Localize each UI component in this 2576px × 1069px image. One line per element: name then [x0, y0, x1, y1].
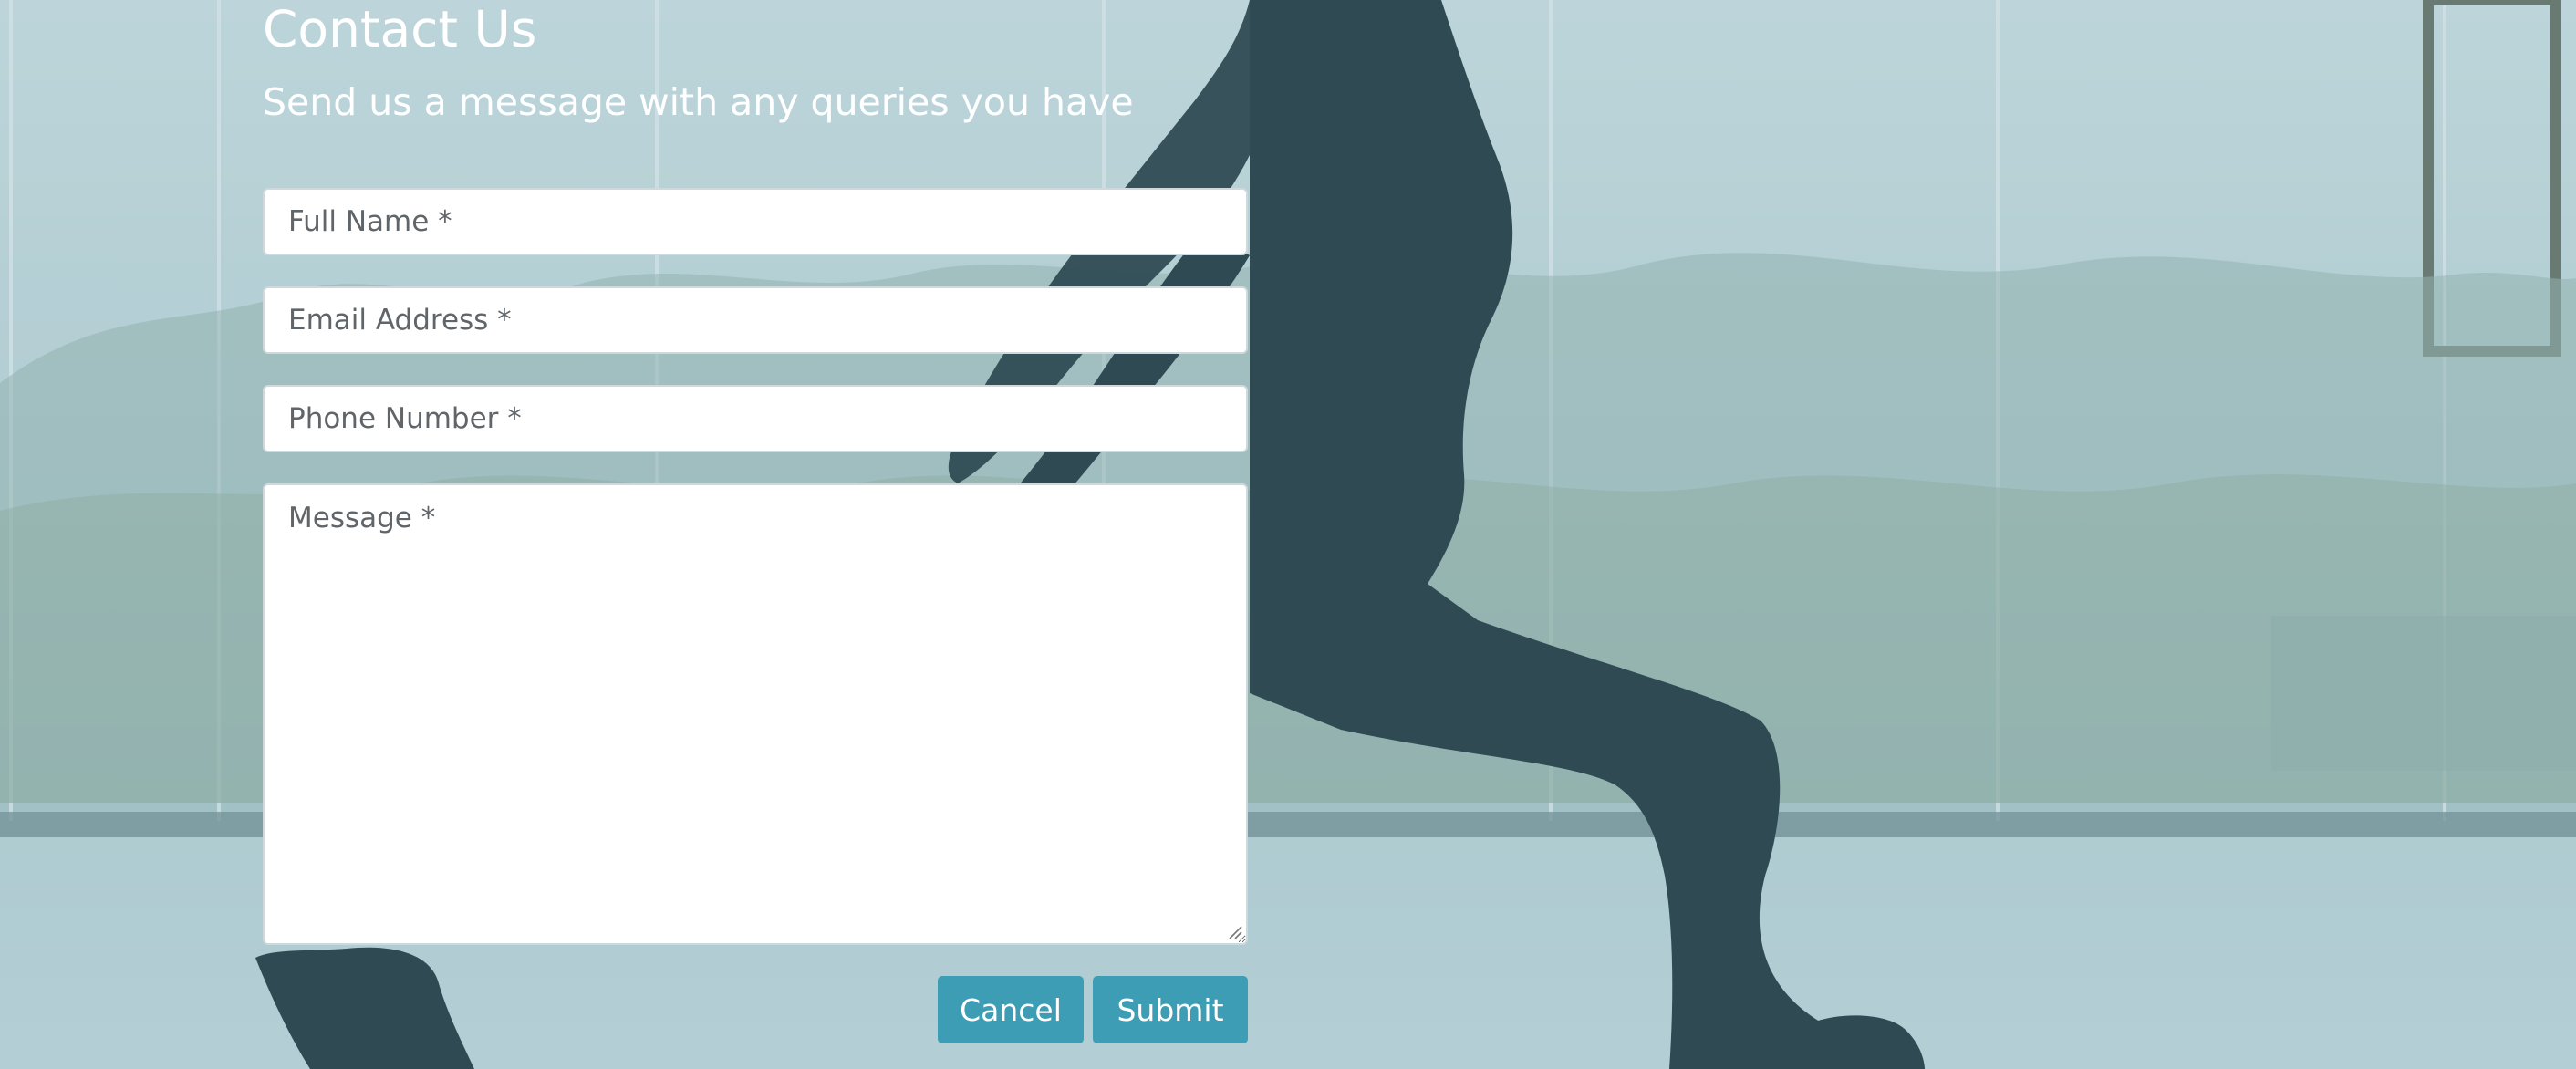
page-title: Contact Us — [263, 0, 537, 58]
submit-button[interactable]: Submit — [1093, 976, 1248, 1043]
email-address-input[interactable] — [263, 286, 1248, 354]
full-name-input[interactable] — [263, 188, 1248, 255]
page-subtitle: Send us a message with any queries you h… — [263, 80, 1134, 124]
message-textarea[interactable] — [263, 483, 1248, 945]
phone-number-input[interactable] — [263, 385, 1248, 452]
cancel-button[interactable]: Cancel — [938, 976, 1084, 1043]
